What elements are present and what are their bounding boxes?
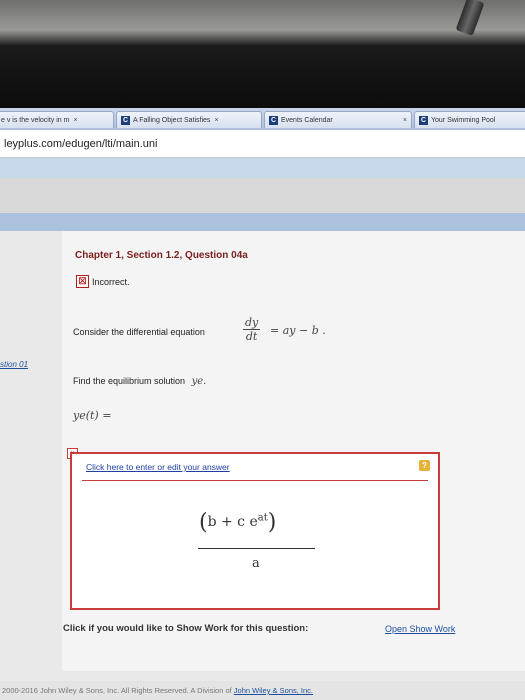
chegg-favicon-icon: C [121,115,130,125]
header-band [0,178,525,213]
derivative-fraction: dy dt [243,316,261,343]
laptop-bezel [0,0,525,108]
browser-tab-bar: e v is the velocity in m × C A Falling O… [0,108,525,131]
tab-events-calendar[interactable]: C Events Calendar × [264,111,412,128]
fraction-numerator: dy [243,316,261,330]
tab-label: Your Swimming Pool [431,116,496,124]
fraction-denominator: dt [245,330,258,343]
open-show-work-link[interactable]: Open Show Work [385,624,455,634]
equilibrium-label: ye(t) = [73,409,112,422]
incorrect-icon: ☒ [76,275,89,288]
tab-label: A Falling Object Satisfies [133,116,211,124]
tab-swimming-pool[interactable]: C Your Swimming Pool [414,111,525,128]
answer-numerator-text: b + c e [207,514,258,530]
address-text: leyplus.com/edugen/lti/main.uni [4,138,158,150]
sidebar-question-link[interactable]: stion 01 [0,360,28,369]
find-variable: ye. [191,376,207,387]
question-prompt: Consider the differential equation [73,327,205,337]
help-icon[interactable]: ? [419,460,430,471]
find-instruction: Find the equilibrium solution ye. [73,376,206,387]
show-work-prompt: Click if you would like to Show Work for… [63,623,309,634]
answer-denominator: a [252,556,260,571]
answer-divider [82,480,428,481]
close-tab-icon[interactable]: × [214,117,218,124]
nav-band [0,213,525,231]
footer-wiley-link[interactable]: John Wiley & Sons, Inc. [234,686,313,695]
status-text: Incorrect. [92,276,130,287]
tab-label: e v is the velocity in m [1,116,70,124]
status-badge: ☒ Incorrect. [76,275,130,288]
equation-rhs: = ay − b . [270,324,326,337]
address-bar[interactable]: leyplus.com/edugen/lti/main.uni [0,130,525,158]
tab-falling-object[interactable]: C A Falling Object Satisfies × [116,111,262,128]
answer-exponent: at [257,512,268,524]
tab-label: Events Calendar [281,116,333,124]
question-title: Chapter 1, Section 1.2, Question 04a [75,250,248,261]
toolbar-band [0,158,525,178]
tab-velocity[interactable]: e v is the velocity in m × [0,111,114,128]
chegg-favicon-icon: C [269,115,278,125]
chegg-favicon-icon: C [419,115,428,125]
footer-text: 2000-2016 John Wiley & Sons, Inc. All Ri… [2,686,234,695]
close-tab-icon[interactable]: × [403,117,407,124]
answer-box[interactable]: Click here to enter or edit your answer … [70,452,440,610]
footer: 2000-2016 John Wiley & Sons, Inc. All Ri… [0,681,525,700]
edit-answer-link[interactable]: Click here to enter or edit your answer [86,462,230,472]
close-tab-icon[interactable]: × [73,117,77,124]
answer-numerator: (b + c eat) [199,510,277,535]
find-text: Find the equilibrium solution [73,376,186,386]
answer-fraction-bar [198,548,315,549]
